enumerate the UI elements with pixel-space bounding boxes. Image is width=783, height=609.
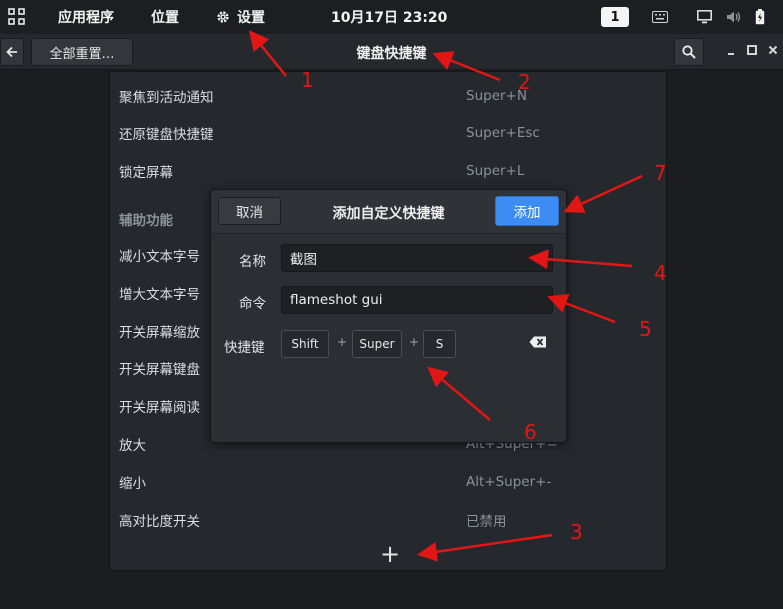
arrow-5 <box>547 293 616 324</box>
annotation-label: 1 <box>301 68 314 92</box>
arrow-3 <box>417 533 553 562</box>
annotation-label: 2 <box>518 70 531 94</box>
annotation-label: 7 <box>654 161 667 185</box>
arrow-1 <box>248 30 287 77</box>
annotation-label: 6 <box>524 420 537 444</box>
arrow-6 <box>427 366 491 421</box>
annotation-label: 3 <box>570 520 583 544</box>
arrow-4 <box>528 249 633 270</box>
arrow-2 <box>432 51 501 82</box>
annotation-label: 5 <box>639 317 652 341</box>
annotation-label: 4 <box>654 261 667 285</box>
annotation-arrows <box>248 30 643 562</box>
arrow-7 <box>563 174 643 213</box>
